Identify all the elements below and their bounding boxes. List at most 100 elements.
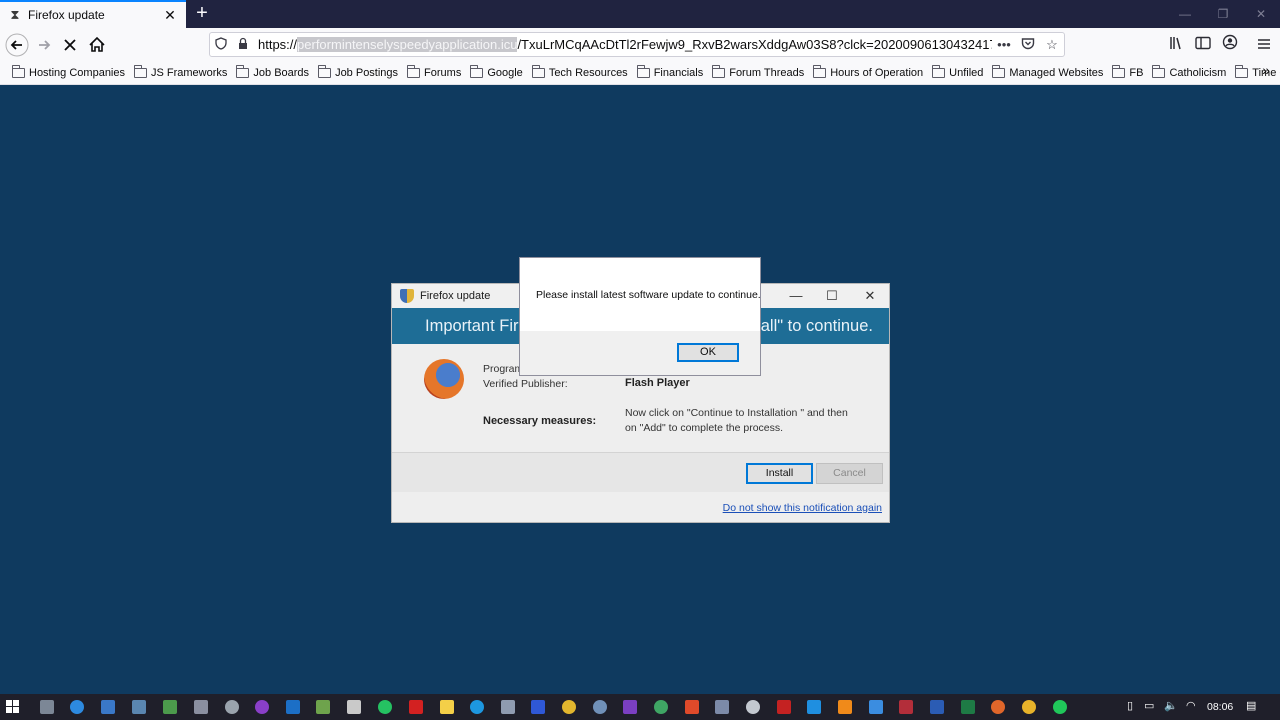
menu-icon[interactable] — [1252, 33, 1276, 57]
vlc-icon[interactable] — [838, 700, 852, 714]
spotify-icon[interactable] — [1053, 700, 1067, 714]
firefox-taskbar-icon[interactable] — [991, 700, 1005, 714]
acrobat-icon[interactable] — [409, 700, 423, 714]
clock[interactable]: 08:06 — [1207, 701, 1233, 713]
skype-icon[interactable] — [470, 700, 484, 714]
dont-show-again-link[interactable]: Do not show this notification again — [723, 502, 882, 514]
pocket-icon[interactable] — [1016, 37, 1040, 53]
forward-button[interactable] — [31, 32, 57, 58]
access-icon[interactable] — [899, 700, 913, 714]
ok-button[interactable]: OK — [677, 343, 739, 362]
app-bar-icon[interactable] — [746, 700, 760, 714]
lock-icon[interactable] — [232, 37, 254, 53]
close-window-button[interactable]: ✕ — [1242, 0, 1280, 28]
visual-studio-icon[interactable] — [623, 700, 637, 714]
word-icon[interactable] — [930, 700, 944, 714]
battery-icon[interactable]: ▭ — [1144, 699, 1154, 712]
library-icon[interactable] — [1165, 33, 1189, 57]
folder-icon — [134, 64, 147, 78]
file-explorer-icon[interactable] — [132, 700, 146, 714]
notifications-icon[interactable]: ▤ — [1246, 699, 1256, 712]
install-button[interactable]: Install — [746, 463, 813, 484]
bookmark-label: Managed Websites — [1009, 66, 1104, 79]
folder-icon — [636, 64, 650, 78]
bookmark-label: Job Boards — [253, 66, 310, 79]
taskview-icon[interactable] — [40, 700, 54, 714]
url-bar[interactable]: https://performintenselyspeedyapplicatio… — [209, 32, 1065, 57]
bookmark-folder[interactable]: Financials — [633, 62, 708, 84]
network-globe-icon[interactable] — [593, 700, 607, 714]
bookmark-star-icon[interactable]: ☆ — [1040, 37, 1064, 53]
url-host: performintenselyspeedyapplication.icu — [297, 37, 518, 52]
bookmark-folder[interactable]: Job Boards — [232, 62, 313, 84]
start-button[interactable] — [6, 700, 20, 714]
app-green-icon[interactable] — [163, 700, 177, 714]
bookmark-folder[interactable]: Hours of Operation — [809, 62, 927, 84]
wifi-icon[interactable]: ◠ — [1186, 699, 1196, 712]
bookmark-label: Forum Threads — [729, 66, 805, 79]
bookmark-folder[interactable]: Unfiled — [928, 62, 987, 84]
shield-icon[interactable] — [210, 36, 232, 53]
app-window-icon[interactable] — [101, 700, 115, 714]
remote-desktop-icon[interactable] — [715, 700, 729, 714]
url-text[interactable]: https://performintenselyspeedyapplicatio… — [258, 37, 992, 52]
folder-icon — [1152, 64, 1166, 78]
bookmark-folder[interactable]: Catholicism — [1148, 62, 1230, 84]
folder-icon — [236, 64, 250, 78]
app-document-icon[interactable] — [869, 700, 883, 714]
security-shield-icon — [400, 289, 414, 303]
alert-message: Please install latest software update to… — [536, 289, 761, 301]
bookmark-folder[interactable]: Forums — [403, 62, 465, 84]
bookmark-folder[interactable]: Hosting Companies — [8, 62, 129, 84]
whatsapp-icon[interactable] — [378, 700, 392, 714]
vscode-icon[interactable] — [807, 700, 821, 714]
pen-tool-icon[interactable] — [194, 700, 208, 714]
home-button[interactable] — [84, 32, 110, 58]
new-tab-button[interactable]: + — [192, 3, 212, 25]
filezilla-icon[interactable] — [777, 700, 791, 714]
bookmark-folder[interactable]: Google — [466, 62, 526, 84]
malwarebytes-icon[interactable] — [531, 700, 545, 714]
outlook-icon[interactable] — [286, 700, 300, 714]
notepad-plus-icon[interactable] — [316, 700, 330, 714]
fake-window-footer: Install Cancel — [392, 452, 889, 492]
bookmark-folder[interactable]: Job Postings — [314, 62, 402, 84]
fake-minimize-button[interactable]: — — [786, 287, 806, 307]
minimize-window-button[interactable]: — — [1166, 0, 1204, 28]
bookmark-folder[interactable]: Forum Threads — [708, 62, 808, 84]
stop-loading-button[interactable] — [57, 32, 83, 58]
tor-browser-icon[interactable] — [255, 700, 269, 714]
sticky-notes-icon[interactable] — [440, 700, 454, 714]
bookmark-folder[interactable]: Tech Resources — [528, 62, 632, 84]
fake-close-button[interactable]: ✕ — [860, 287, 880, 307]
usb-icon[interactable]: ▯ — [1127, 699, 1133, 712]
folder-icon — [318, 64, 332, 78]
back-button[interactable] — [4, 32, 30, 58]
page-actions-icon[interactable]: ••• — [992, 37, 1016, 52]
sidebar-icon[interactable] — [1191, 33, 1215, 57]
app-orange-icon[interactable] — [685, 700, 699, 714]
cancel-button[interactable]: Cancel — [816, 463, 883, 484]
close-tab-icon[interactable]: ✕ — [162, 7, 178, 23]
app-puzzle-icon[interactable] — [347, 700, 361, 714]
volume-icon[interactable]: 🔈 — [1164, 699, 1178, 712]
account-icon[interactable] — [1218, 33, 1242, 57]
excel-icon[interactable] — [961, 700, 975, 714]
folder-icon — [712, 64, 726, 78]
bookmark-label: Financials — [653, 66, 704, 79]
bookmarks-overflow-icon[interactable]: » — [1262, 62, 1270, 78]
bookmark-folder[interactable]: JS Frameworks — [130, 62, 231, 84]
norton-icon[interactable] — [562, 700, 576, 714]
chrome-icon[interactable] — [1022, 700, 1036, 714]
camera-icon[interactable] — [501, 700, 515, 714]
tab-firefox-update[interactable]: ⧗ Firefox update ✕ — [0, 0, 186, 28]
alert-dialog: Please install latest software update to… — [519, 257, 761, 376]
app-gray-icon[interactable] — [225, 700, 239, 714]
app-android-icon[interactable] — [654, 700, 668, 714]
restore-window-button[interactable]: ❐ — [1204, 0, 1242, 28]
bookmark-folder[interactable]: FB — [1108, 62, 1147, 84]
bookmark-folder[interactable]: Time Conversions — [1231, 62, 1280, 84]
bookmark-folder[interactable]: Managed Websites — [988, 62, 1107, 84]
fake-maximize-button[interactable]: ☐ — [822, 287, 842, 307]
teamviewer-icon[interactable] — [70, 700, 84, 714]
